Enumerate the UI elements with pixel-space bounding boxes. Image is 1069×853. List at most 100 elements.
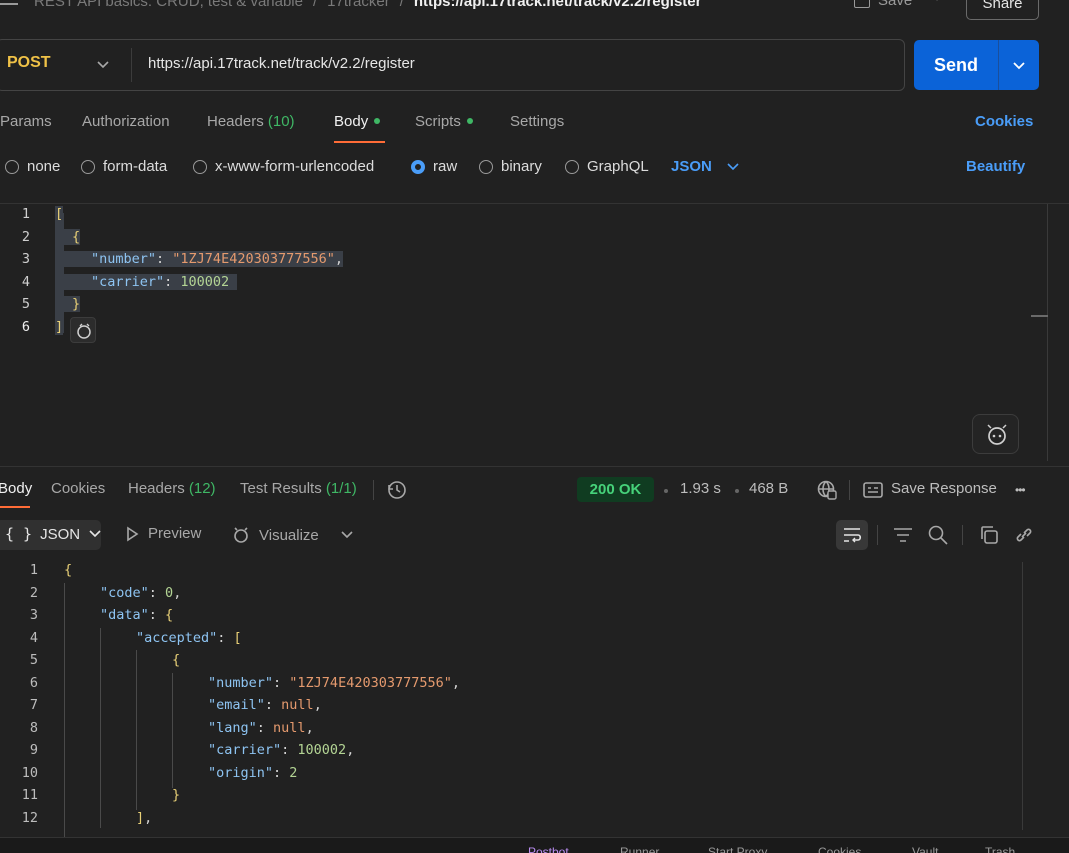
code-token: "carrier" — [208, 742, 282, 758]
breadcrumb-current: https://api.17track.net/track/v2.2/regis… — [413, 0, 702, 10]
line-number: 3 — [21, 251, 30, 267]
cookies-link[interactable]: Cookies — [975, 113, 1033, 130]
pane-divider[interactable] — [0, 466, 1069, 467]
code-token: "data" — [100, 607, 149, 623]
visualize-button[interactable]: Visualize — [231, 525, 319, 545]
code-line[interactable]: "number": "1ZJ74E420303777556", — [208, 675, 460, 691]
code-line[interactable]: } — [172, 787, 180, 803]
response-tab-test-results[interactable]: Test Results (1/1) — [240, 480, 357, 497]
divider — [373, 480, 374, 500]
beautify-button[interactable]: Beautify — [966, 158, 1025, 175]
history-icon[interactable] — [386, 479, 408, 501]
line-number: 10 — [21, 765, 38, 781]
code-line[interactable]: "lang": null, — [208, 720, 314, 736]
code-line[interactable]: { — [64, 562, 72, 578]
response-scrollbar[interactable] — [1022, 562, 1023, 830]
status-badge[interactable]: 200 OK — [577, 477, 654, 502]
code-line[interactable]: "accepted": [ — [136, 630, 242, 646]
code-line[interactable]: "number": "1ZJ74E420303777556", — [64, 251, 343, 267]
line-number: 1 — [21, 206, 30, 222]
more-options-icon[interactable]: ••• — [1015, 483, 1026, 497]
wrap-lines-button[interactable] — [836, 520, 868, 550]
chevron-down-icon[interactable] — [339, 526, 355, 542]
body-format-select[interactable]: JSON — [671, 158, 740, 175]
line-number: 11 — [21, 787, 38, 803]
code-line[interactable]: } — [64, 296, 81, 312]
code-line[interactable]: "code": 0, — [100, 585, 181, 601]
code-line[interactable]: ] — [55, 319, 64, 335]
search-icon[interactable] — [927, 524, 949, 546]
send-button[interactable]: Send — [914, 40, 998, 90]
link-icon[interactable] — [1013, 524, 1035, 546]
cookies-button[interactable]: Cookies — [818, 845, 861, 853]
radio-binary[interactable]: binary — [479, 158, 542, 175]
line-number: 6 — [21, 319, 30, 335]
code-line[interactable]: "origin": 2 — [208, 765, 297, 781]
radio-none[interactable]: none — [5, 158, 60, 175]
selection-highlight — [55, 213, 64, 333]
test-results-label: Test Results — [240, 480, 322, 497]
network-globe-icon[interactable] — [816, 479, 838, 501]
line-number: 6 — [29, 675, 38, 691]
filter-icon[interactable] — [891, 524, 915, 546]
save-label: Save — [878, 0, 913, 9]
code-line[interactable]: "carrier": 100002, — [208, 742, 354, 758]
response-time[interactable]: 1.93 s — [680, 480, 721, 497]
tab-scripts[interactable]: Scripts — [415, 113, 473, 130]
method-select[interactable]: POST — [7, 54, 51, 72]
tab-params[interactable]: Params — [0, 113, 52, 130]
tab-body[interactable]: Body — [334, 113, 381, 130]
postbot-inline-icon[interactable] — [70, 317, 96, 343]
separator-dot — [735, 489, 739, 493]
trash-button[interactable]: Trash — [985, 845, 1015, 853]
code-token: 0 — [165, 585, 174, 601]
postbot-icon[interactable] — [972, 414, 1019, 454]
radio-circle — [5, 159, 19, 174]
radio-raw[interactable]: raw — [411, 158, 457, 175]
code-line[interactable]: { — [172, 652, 180, 668]
tab-settings[interactable]: Settings — [510, 113, 564, 130]
code-line[interactable]: ], — [136, 810, 152, 826]
code-line[interactable]: "email": null, — [208, 697, 322, 713]
code-line[interactable]: "data": { — [100, 607, 173, 623]
line-number: 7 — [29, 697, 38, 713]
tab-headers[interactable]: Headers (10) — [207, 113, 295, 130]
code-line[interactable]: { — [64, 229, 81, 245]
code-token: 100002 — [180, 274, 230, 290]
radio-graphql[interactable]: GraphQL — [565, 158, 649, 175]
code-token: "number" — [91, 251, 157, 267]
runner-button[interactable]: Runner — [620, 845, 659, 853]
code-token: "carrier" — [91, 274, 165, 290]
postbot-button[interactable]: Postbot — [528, 845, 569, 853]
code-token: 2 — [289, 765, 298, 781]
radio-circle — [81, 159, 95, 174]
save-options-chevron-icon[interactable]: ▾ — [934, 0, 940, 4]
breadcrumb-folder[interactable]: 17tracker — [327, 0, 390, 10]
code-line[interactable]: [ — [55, 206, 64, 222]
breadcrumb-collection[interactable]: REST API basics: CRUD, test & variable — [34, 0, 303, 10]
editor-scrollbar[interactable] — [1047, 204, 1048, 461]
save-button[interactable]: Save — [854, 0, 912, 9]
radio-x-www-form-urlencoded[interactable]: x-www-form-urlencoded — [193, 158, 374, 175]
code-token: null — [281, 697, 314, 713]
send-options-chevron-icon[interactable] — [1011, 56, 1027, 74]
chevron-down-icon[interactable] — [94, 52, 112, 76]
copy-icon[interactable] — [978, 524, 1000, 546]
preview-button[interactable]: Preview — [124, 525, 201, 542]
tab-authorization[interactable]: Authorization — [82, 113, 170, 130]
scrollbar-thumb[interactable] — [1031, 315, 1048, 317]
response-tab-headers-label: Headers — [128, 480, 185, 497]
response-size[interactable]: 468 B — [749, 480, 788, 497]
response-tab-cookies[interactable]: Cookies — [51, 480, 105, 497]
vault-button[interactable]: Vault — [912, 845, 938, 853]
response-tab-headers-count: (12) — [188, 480, 216, 497]
save-response-button[interactable]: Save Response — [891, 480, 997, 497]
share-button[interactable]: Share — [966, 0, 1039, 20]
response-tab-headers[interactable]: Headers (12) — [128, 480, 216, 497]
radio-form-data[interactable]: form-data — [81, 158, 167, 175]
start-proxy-button[interactable]: Start Proxy — [708, 845, 767, 853]
code-line[interactable]: "carrier": 100002 — [64, 274, 238, 290]
url-input[interactable]: https://api.17track.net/track/v2.2/regis… — [148, 55, 415, 72]
response-tab-body[interactable]: Body — [0, 480, 32, 497]
radio-circle — [565, 159, 579, 174]
